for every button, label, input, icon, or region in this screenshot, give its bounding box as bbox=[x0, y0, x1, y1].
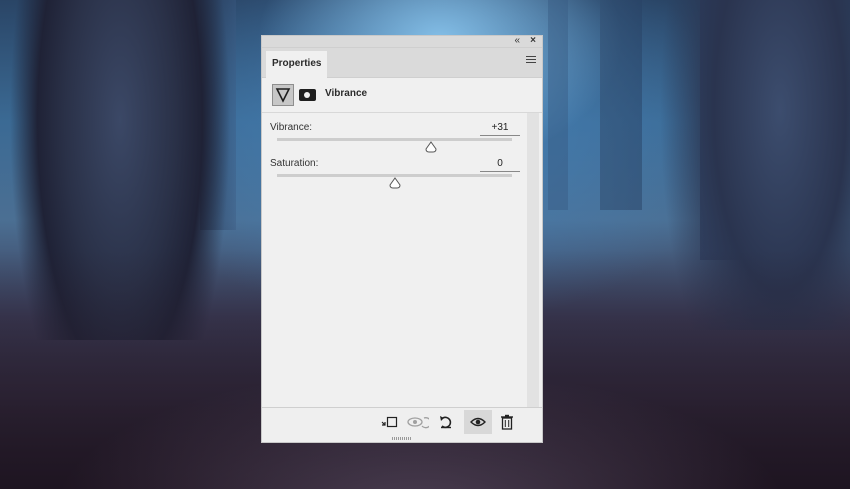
vibrance-label: Vibrance: bbox=[270, 122, 313, 133]
vibrance-value-field[interactable]: +31 bbox=[480, 122, 520, 136]
clip-to-layer-button[interactable] bbox=[375, 410, 403, 434]
view-previous-state-button[interactable] bbox=[404, 410, 432, 434]
resize-grip[interactable] bbox=[392, 437, 412, 440]
hamburger-menu-icon[interactable] bbox=[526, 56, 536, 65]
tab-bar: Properties bbox=[262, 48, 542, 78]
panel-title-bar[interactable]: « × bbox=[262, 35, 542, 48]
adjustment-controls: Vibrance: +31 Saturation: 0 bbox=[262, 113, 542, 411]
reset-button[interactable] bbox=[432, 410, 460, 434]
delete-button[interactable] bbox=[493, 410, 521, 434]
vibrance-triangle-icon[interactable] bbox=[272, 84, 294, 106]
tab-properties[interactable]: Properties bbox=[266, 51, 328, 78]
tree-trunk bbox=[548, 0, 568, 210]
saturation-label: Saturation: bbox=[270, 158, 319, 169]
eye-icon bbox=[470, 417, 486, 427]
reset-icon bbox=[440, 416, 452, 429]
properties-panel: « × Properties Vibrance Vibrance: +31 Sa… bbox=[261, 35, 543, 443]
eye-previous-icon bbox=[407, 417, 429, 429]
vibrance-slider-thumb[interactable] bbox=[425, 141, 437, 153]
trash-icon bbox=[501, 414, 513, 430]
panel-footer-toolbar bbox=[262, 407, 542, 442]
adjustment-header: Vibrance bbox=[262, 78, 542, 113]
clip-to-layer-icon bbox=[381, 416, 398, 428]
toggle-visibility-button[interactable] bbox=[464, 410, 492, 434]
double-chevron-left-icon[interactable]: « bbox=[514, 35, 520, 47]
panel-scrollbar[interactable] bbox=[527, 113, 539, 411]
adjustment-title: Vibrance bbox=[325, 88, 368, 99]
layer-mask-icon[interactable] bbox=[299, 89, 316, 101]
saturation-value-field[interactable]: 0 bbox=[480, 158, 520, 172]
saturation-slider-thumb[interactable] bbox=[388, 177, 401, 189]
vibrance-slider-track[interactable] bbox=[277, 138, 512, 141]
close-icon[interactable]: × bbox=[530, 35, 536, 47]
